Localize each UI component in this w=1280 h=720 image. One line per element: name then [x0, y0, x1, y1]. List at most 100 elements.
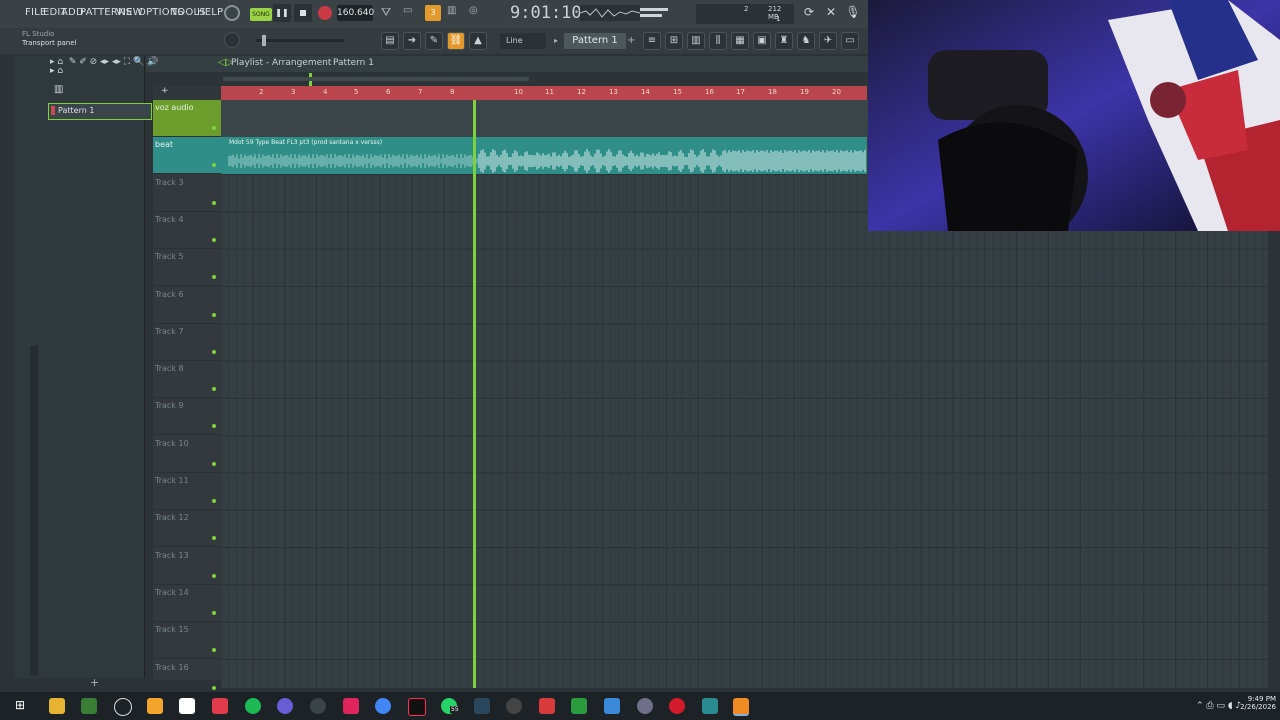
track-mute-led[interactable] — [212, 424, 216, 429]
record-button[interactable] — [318, 6, 332, 20]
track-mute-led[interactable] — [212, 499, 216, 503]
track-header[interactable]: Track 11 — [153, 473, 221, 510]
master-pitch-knob[interactable] — [224, 5, 240, 21]
breadcrumb-pattern[interactable]: Pattern 1 — [333, 58, 374, 68]
track-header[interactable]: Track 5 — [153, 249, 221, 287]
track-header[interactable]: Track 10 — [153, 436, 221, 473]
microphone-icon[interactable]: 🎙 — [845, 5, 861, 21]
windows-start-icon[interactable]: ⊞ — [15, 698, 29, 712]
spotify-icon[interactable] — [245, 698, 261, 714]
tiktok-icon[interactable] — [408, 698, 426, 716]
track-header[interactable]: Track 4 — [153, 212, 221, 249]
tempo-tapper-icon[interactable]: ✈ — [819, 32, 837, 50]
track-mute-led[interactable] — [212, 536, 216, 541]
snap-selector[interactable]: Line — [500, 33, 546, 49]
pattern-picker-icon[interactable]: ▥ — [54, 84, 63, 95]
pattern-list-item[interactable]: Pattern 1 — [48, 103, 152, 120]
track-mute-led[interactable] — [212, 610, 216, 615]
track-header[interactable]: Track 6 — [153, 287, 221, 324]
track-mute-led[interactable] — [212, 163, 216, 168]
clock[interactable]: 9:49 PM 2/26/2026 — [1240, 695, 1276, 711]
piano-roll-window-icon[interactable]: ▥ — [687, 32, 705, 50]
pause-button[interactable]: ❚❚ — [273, 4, 291, 22]
song-position-display[interactable]: 9:01:10 — [510, 3, 582, 25]
song-mode-toggle[interactable]: SONG — [250, 8, 272, 21]
metronome-icon[interactable]: ⛛ — [381, 5, 397, 21]
track-header[interactable]: beat — [153, 137, 221, 175]
track-mute-led[interactable] — [212, 126, 216, 130]
piano-roll-icon[interactable]: ▤ — [381, 32, 399, 50]
track-header[interactable]: Track 13 — [153, 548, 221, 585]
loop-record-icon[interactable]: ◎ — [469, 5, 485, 21]
track-mute-led[interactable] — [212, 275, 216, 280]
stop-button[interactable] — [294, 4, 312, 22]
wait-input-icon[interactable]: ▭ — [403, 5, 419, 21]
steam-store-icon[interactable] — [474, 698, 490, 714]
app-red-icon[interactable] — [539, 698, 555, 714]
stamp-icon[interactable]: ▲ — [469, 32, 487, 50]
overview-strip[interactable] — [153, 73, 868, 86]
track-mute-led[interactable] — [212, 237, 216, 242]
tray-icons[interactable]: ⌃ ⎙ ▭ ◖ ♪ — [1196, 701, 1241, 711]
master-volume-knob[interactable] — [224, 32, 240, 48]
app-grey-icon[interactable] — [637, 698, 653, 714]
track-mute-led[interactable] — [212, 685, 216, 690]
arrow-right-icon[interactable]: ➜ — [403, 32, 421, 50]
track-mute-led[interactable] — [212, 387, 216, 392]
plugin-picker-icon[interactable]: ♜ — [775, 32, 793, 50]
playlist-tool-icons[interactable]: ▸ ⌂ ✎ ✐ ⊘ ◂▸ ◂▸ ⛶ 🔍 🔊 — [50, 57, 210, 71]
track-mute-led[interactable] — [212, 312, 216, 317]
link-icon[interactable]: ⛓ — [447, 32, 465, 50]
timeline-ruler[interactable]: 2 3 4 5 6 7 8 10 11 12 13 14 15 16 17 18 19 20 — [221, 86, 867, 100]
track-header[interactable]: Track 9 — [153, 398, 221, 436]
channel-rack-icon[interactable]: ⊞ — [665, 32, 683, 50]
track-header[interactable]: voz audio — [153, 100, 221, 137]
minecraft-launcher-icon[interactable] — [81, 698, 97, 714]
browser-icon[interactable]: ▦ — [731, 32, 749, 50]
refresh-icon[interactable]: ⟳ — [801, 5, 817, 21]
track-header[interactable]: Track 8 — [153, 361, 221, 399]
track-mute-led[interactable] — [212, 349, 216, 354]
xbox-icon[interactable] — [571, 698, 587, 714]
menu-help[interactable]: HELP — [197, 7, 223, 18]
tools-icon[interactable]: ✕ — [823, 5, 839, 21]
track-header[interactable]: Track 16 — [153, 660, 221, 697]
app-nzxt-icon[interactable] — [343, 698, 359, 714]
breadcrumb-title[interactable]: Playlist - Arrangement — [231, 58, 331, 68]
shop-icon[interactable]: ▭ — [841, 32, 859, 50]
track-header[interactable]: Track 12 — [153, 510, 221, 548]
project-browser-icon[interactable]: ▣ — [753, 32, 771, 50]
track-header[interactable]: Track 3 — [153, 175, 221, 212]
master-pitch-slider[interactable] — [256, 35, 344, 46]
playlist-icon[interactable]: ≡ — [643, 32, 661, 50]
browser-scrollbar[interactable] — [30, 346, 38, 676]
chrome-icon[interactable] — [375, 698, 391, 714]
file-explorer-icon[interactable] — [49, 698, 65, 714]
track-mute-led[interactable] — [212, 648, 216, 653]
track-header[interactable]: Track 14 — [153, 585, 221, 622]
tempo-display[interactable]: 160.640 — [337, 5, 374, 21]
acrobat-icon[interactable] — [212, 698, 228, 714]
pattern-prev-icon[interactable]: ▸ — [554, 33, 562, 49]
epic-games-icon[interactable] — [179, 698, 195, 714]
mixer-icon[interactable]: ⫼ — [709, 32, 727, 50]
pencil-tool-icon[interactable]: ✎ — [425, 32, 443, 50]
obs-icon[interactable] — [114, 698, 132, 716]
fl-studio-taskbar-icon[interactable] — [733, 698, 749, 716]
4k-downloader-icon[interactable] — [506, 698, 522, 714]
track-mute-led[interactable] — [212, 461, 216, 466]
app-blue-icon[interactable] — [604, 698, 620, 714]
track-mute-led[interactable] — [212, 573, 216, 578]
add-pattern-icon[interactable]: + — [627, 33, 637, 49]
add-track-icon[interactable]: + — [161, 86, 169, 96]
track-header[interactable]: Track 15 — [153, 622, 221, 660]
touch-keyboard-icon[interactable]: ♞ — [797, 32, 815, 50]
overview-scrollbar[interactable] — [223, 77, 529, 81]
discord-icon[interactable] — [277, 698, 293, 714]
whatsapp-icon[interactable]: 55 — [441, 698, 460, 714]
countdown-icon[interactable]: 3 — [425, 5, 441, 21]
track-mute-led[interactable] — [212, 200, 216, 205]
opera-icon[interactable] — [669, 698, 685, 714]
app-teal-icon[interactable] — [702, 698, 718, 714]
blend-notes-icon[interactable]: ▥ — [447, 5, 463, 21]
